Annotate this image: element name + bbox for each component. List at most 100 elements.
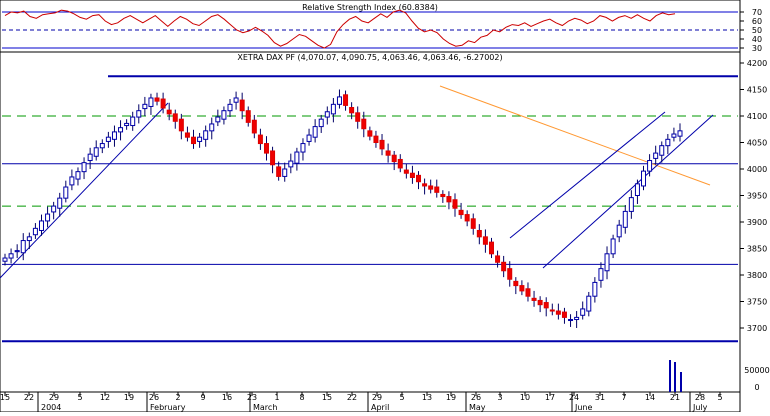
candle-body: [665, 138, 671, 147]
candle-body: [282, 168, 288, 177]
x-tick-label: 24: [569, 393, 579, 402]
x-tick-label: 26: [471, 393, 481, 402]
candle-body: [610, 238, 616, 255]
candle-body: [87, 153, 93, 162]
candle-body: [184, 132, 190, 138]
candle-body: [81, 162, 87, 173]
x-tick-label: 29: [49, 393, 59, 402]
candle-body: [32, 227, 38, 236]
candle-body: [215, 116, 221, 123]
candle-body: [373, 135, 379, 143]
chart-root: Relative Strength Index (60.8384) XETRA …: [0, 0, 770, 413]
candle-body: [2, 257, 8, 262]
candle-body: [312, 126, 318, 138]
volume-tick-label: 0: [754, 383, 759, 392]
candle-body: [391, 154, 397, 163]
candle-body: [300, 143, 306, 153]
x-tick-label: 22: [24, 393, 34, 402]
x-tick-label: 16: [222, 393, 232, 402]
candle-body: [233, 97, 239, 103]
candle-body: [507, 268, 513, 280]
month-label: February: [150, 403, 186, 412]
price-tick-label: 3750: [747, 298, 767, 307]
candle-body: [111, 131, 117, 140]
candle-body: [464, 214, 470, 222]
x-tick-label: 5: [77, 393, 82, 402]
candle-body: [197, 136, 203, 142]
x-tick-label: 5: [717, 393, 722, 402]
candle-body: [203, 130, 209, 140]
rsi-tick-label: 50: [752, 26, 762, 35]
candle-body: [647, 160, 653, 172]
x-tick-label: 15: [322, 393, 332, 402]
candle-body: [440, 193, 446, 198]
candle-body: [397, 158, 403, 169]
x-tick-label: 31: [595, 393, 605, 402]
candle-body: [385, 150, 391, 156]
x-tick-label: 23: [247, 393, 257, 402]
rsi-title: Relative Strength Index (60.8384): [302, 3, 438, 12]
candle-body: [409, 172, 415, 178]
candle-body: [318, 118, 324, 128]
candle-body: [616, 224, 622, 238]
month-label: June: [574, 403, 593, 412]
candle-body: [458, 209, 464, 216]
candle-body: [172, 113, 178, 122]
candle-body: [38, 220, 44, 231]
candle-body: [549, 309, 555, 312]
x-tick-label: 8: [299, 393, 304, 402]
month-label: March: [253, 403, 277, 412]
candle-body: [239, 99, 245, 112]
candle-body: [20, 240, 26, 254]
month-label: 2004: [41, 403, 61, 412]
price-tick-label: 3900: [747, 218, 767, 227]
candle-body: [482, 236, 488, 245]
date-axis-frame: [0, 391, 741, 413]
candle-body: [422, 183, 428, 187]
candle-body: [306, 134, 312, 142]
candle-body: [653, 152, 659, 159]
candle-body: [574, 316, 580, 321]
candle-body: [330, 103, 336, 115]
candle-body: [166, 109, 172, 115]
candle-body: [160, 98, 166, 109]
candle-body: [403, 169, 409, 174]
candle-body: [525, 288, 531, 297]
price-title: XETRA DAX PF (4,070.07, 4,090.75, 4,063.…: [237, 53, 502, 62]
x-tick-label: 13: [422, 393, 432, 402]
candle-body: [586, 295, 592, 312]
rsi-y-ticks: 7060504030: [740, 8, 762, 53]
candle-body: [45, 213, 51, 222]
candle-body: [221, 110, 227, 120]
x-tick-label: 28: [695, 393, 705, 402]
price-tick-label: 4100: [747, 112, 767, 121]
candle-body: [8, 253, 14, 259]
candle-body: [251, 119, 257, 134]
candle-body: [598, 268, 604, 281]
price-tick-label: 3850: [747, 245, 767, 254]
candle-body: [367, 130, 373, 137]
candle-body: [63, 186, 69, 199]
price-tick-label: 3800: [747, 271, 767, 280]
candle-body: [178, 118, 184, 132]
candle-body: [263, 143, 269, 154]
candle-body: [245, 110, 251, 123]
candle-body: [671, 133, 677, 138]
candle-body: [130, 116, 136, 127]
x-tick-label: 5: [399, 393, 404, 402]
x-tick-label: 29: [372, 393, 382, 402]
candle-body: [105, 136, 111, 142]
rsi-tick-label: 40: [752, 35, 762, 44]
candle-body: [227, 103, 233, 112]
candle-body: [519, 285, 525, 292]
x-tick-label: 3: [497, 393, 502, 402]
x-tick-label: 17: [545, 393, 555, 402]
candle-body: [634, 183, 640, 196]
candle-body: [69, 176, 75, 186]
candle-body: [276, 166, 282, 177]
price-tick-label: 3700: [747, 324, 767, 333]
price-tick-label: 3950: [747, 192, 767, 201]
candle-body: [531, 297, 537, 301]
candle-body: [75, 171, 81, 180]
candle-body: [659, 145, 665, 156]
